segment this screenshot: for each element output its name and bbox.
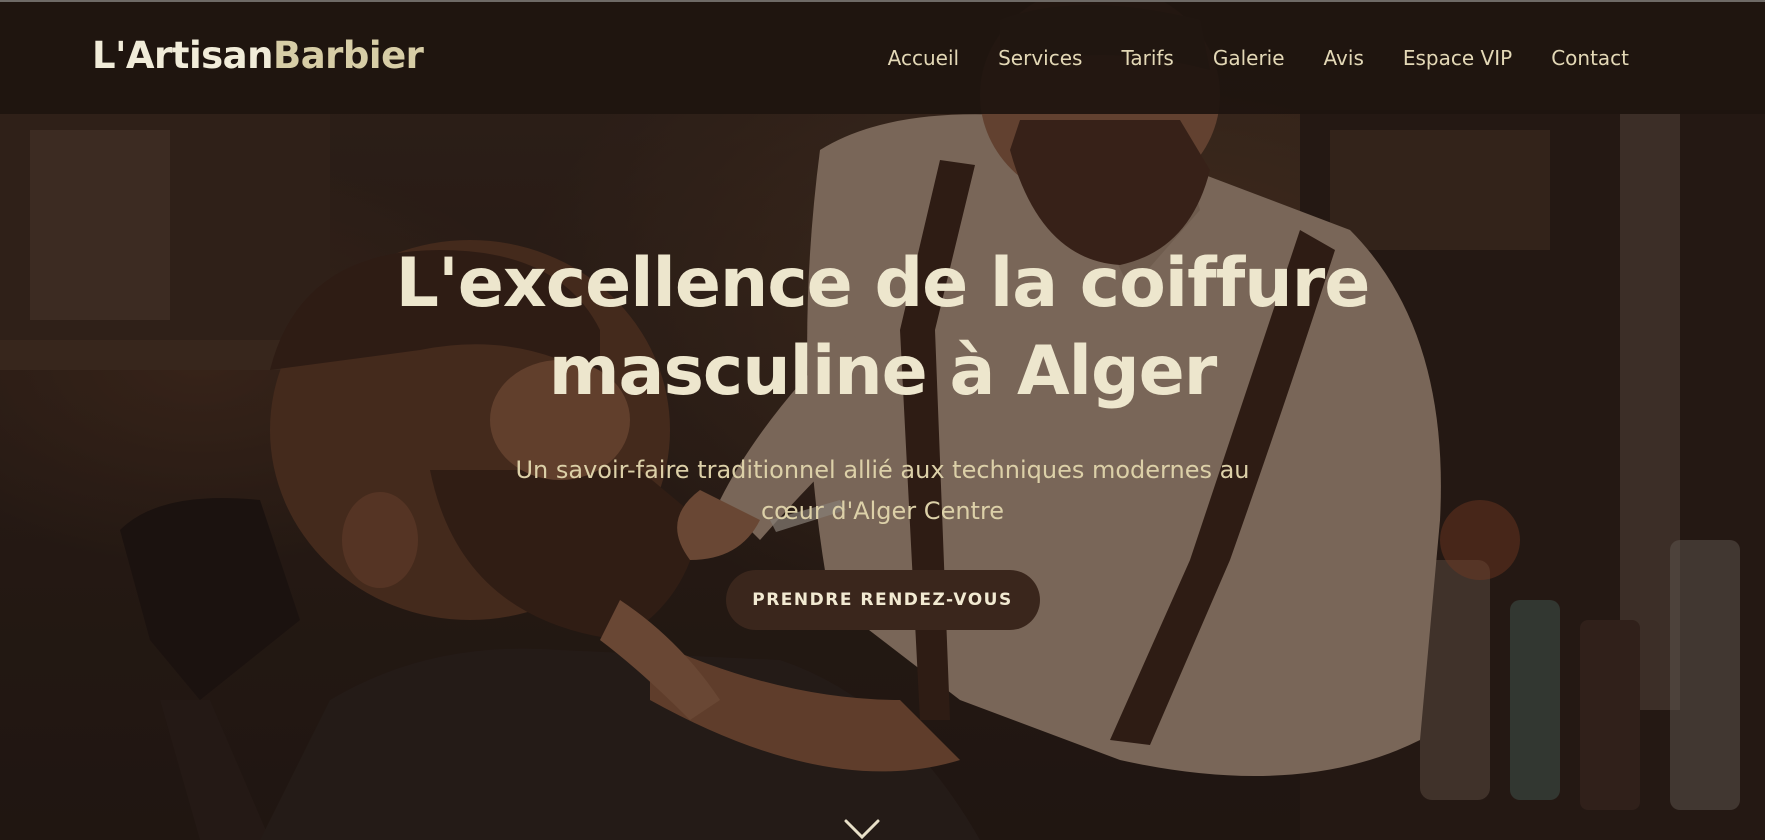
page: L'ArtisanBarbier Accueil Services Tarifs… xyxy=(0,0,1765,840)
book-appointment-button[interactable]: PRENDRE RENDEZ-VOUS xyxy=(725,570,1040,630)
hero-content: L'excellence de la coiffure masculine à … xyxy=(0,240,1765,630)
nav-item-tarifs[interactable]: Tarifs xyxy=(1121,46,1173,70)
brand-name-part1: L'Artisan xyxy=(92,34,274,77)
nav-item-galerie[interactable]: Galerie xyxy=(1213,46,1285,70)
nav-item-avis[interactable]: Avis xyxy=(1324,46,1364,70)
hero-headline: L'excellence de la coiffure masculine à … xyxy=(395,244,1371,411)
nav-item-services[interactable]: Services xyxy=(998,46,1082,70)
chevron-down-icon[interactable] xyxy=(843,818,881,840)
hero-subtitle: Un savoir-faire traditionnel allié aux t… xyxy=(515,456,1250,525)
nav-item-contact[interactable]: Contact xyxy=(1551,46,1629,70)
window-top-border xyxy=(0,0,1765,2)
nav-item-espace-vip[interactable]: Espace VIP xyxy=(1403,46,1512,70)
nav-item-accueil[interactable]: Accueil xyxy=(888,46,959,70)
navbar: L'ArtisanBarbier Accueil Services Tarifs… xyxy=(0,0,1765,114)
brand-logo[interactable]: L'ArtisanBarbier xyxy=(92,34,424,78)
main-nav: Accueil Services Tarifs Galerie Avis Esp… xyxy=(888,46,1629,70)
brand-name-part2: Barbier xyxy=(273,34,424,77)
